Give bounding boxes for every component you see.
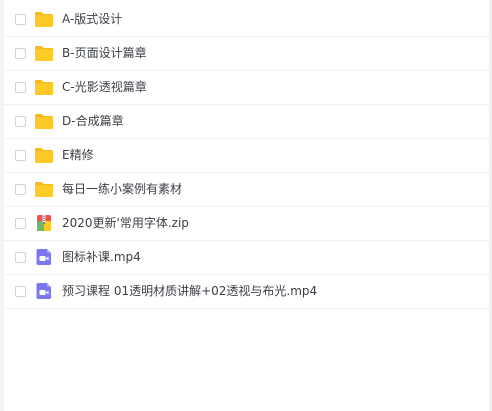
select-checkbox[interactable] bbox=[15, 184, 26, 195]
select-checkbox[interactable] bbox=[15, 150, 26, 161]
folder-icon bbox=[34, 44, 54, 62]
file-name[interactable]: 预习课程 01透明材质讲解+02透视与布光.mp4 bbox=[62, 283, 317, 299]
file-name[interactable]: C-光影透视篇章 bbox=[62, 79, 147, 95]
zip-icon bbox=[34, 214, 54, 232]
file-row-1[interactable]: A-版式设计 bbox=[4, 3, 489, 37]
file-row-5[interactable]: E精修 bbox=[4, 139, 489, 173]
file-name[interactable]: D-合成篇章 bbox=[62, 113, 124, 129]
select-checkbox[interactable] bbox=[15, 48, 26, 59]
file-name[interactable]: 图标补课.mp4 bbox=[62, 249, 141, 265]
folder-icon bbox=[34, 146, 54, 164]
file-list: A-版式设计 B-页面设计篇章 C-光影透视篇章 D-合成篇章 E精修 每日一练… bbox=[4, 3, 489, 309]
file-row-9[interactable]: 预习课程 01透明材质讲解+02透视与布光.mp4 bbox=[4, 275, 489, 309]
file-row-6[interactable]: 每日一练小案例有素材 bbox=[4, 173, 489, 207]
select-checkbox[interactable] bbox=[15, 14, 26, 25]
file-name[interactable]: B-页面设计篇章 bbox=[62, 45, 147, 61]
select-checkbox[interactable] bbox=[15, 252, 26, 263]
file-row-4[interactable]: D-合成篇章 bbox=[4, 105, 489, 139]
select-checkbox[interactable] bbox=[15, 218, 26, 229]
folder-icon bbox=[34, 112, 54, 130]
file-name[interactable]: 每日一练小案例有素材 bbox=[62, 181, 182, 197]
file-name[interactable]: E精修 bbox=[62, 147, 94, 163]
file-row-8[interactable]: 图标补课.mp4 bbox=[4, 241, 489, 275]
file-row-2[interactable]: B-页面设计篇章 bbox=[4, 37, 489, 71]
file-row-7[interactable]: 2020更新'常用字体.zip bbox=[4, 207, 489, 241]
folder-icon bbox=[34, 10, 54, 28]
folder-icon bbox=[34, 78, 54, 96]
file-list-panel: A-版式设计 B-页面设计篇章 C-光影透视篇章 D-合成篇章 E精修 每日一练… bbox=[0, 0, 492, 411]
select-checkbox[interactable] bbox=[15, 286, 26, 297]
file-name[interactable]: 2020更新'常用字体.zip bbox=[62, 215, 189, 231]
select-checkbox[interactable] bbox=[15, 116, 26, 127]
file-row-3[interactable]: C-光影透视篇章 bbox=[4, 71, 489, 105]
video-icon bbox=[34, 282, 54, 300]
folder-icon bbox=[34, 180, 54, 198]
video-icon bbox=[34, 248, 54, 266]
file-name[interactable]: A-版式设计 bbox=[62, 11, 122, 27]
select-checkbox[interactable] bbox=[15, 82, 26, 93]
